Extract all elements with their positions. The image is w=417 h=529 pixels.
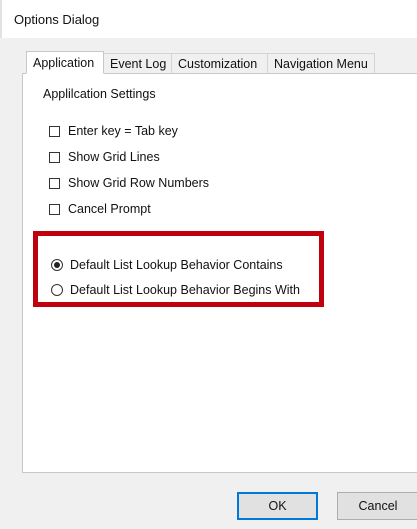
radio-lookup-contains[interactable]: Default List Lookup Behavior Contains: [51, 258, 283, 272]
checkbox-box[interactable]: [49, 177, 60, 189]
checkbox-show-grid-lines[interactable]: Show Grid Lines: [49, 150, 160, 164]
title-bar[interactable]: Options Dialog: [0, 0, 417, 38]
tab-application-label: Application: [33, 55, 95, 70]
checkbox-label: Cancel Prompt: [68, 202, 151, 216]
cancel-button[interactable]: Cancel: [337, 492, 417, 520]
cancel-button-label: Cancel: [358, 499, 398, 513]
ok-button-label: OK: [268, 499, 287, 513]
checkbox-enter-key-tab[interactable]: Enter key = Tab key: [49, 124, 178, 138]
checkbox-show-grid-row-numbers[interactable]: Show Grid Row Numbers: [49, 176, 209, 190]
radio-button[interactable]: [51, 259, 63, 271]
radio-lookup-begins-with[interactable]: Default List Lookup Behavior Begins With: [51, 283, 300, 297]
tab-strip: Application Event Log Customization Navi…: [26, 51, 375, 74]
checkbox-label: Show Grid Row Numbers: [68, 176, 210, 190]
tab-customization-label: Customization: [178, 56, 258, 71]
application-tab-panel: Applilcation Settings Enter key = Tab ke…: [22, 73, 417, 473]
tab-application[interactable]: Application: [26, 51, 104, 74]
radio-button[interactable]: [51, 284, 63, 296]
checkbox-cancel-prompt[interactable]: Cancel Prompt: [49, 202, 151, 216]
radio-label: Default List Lookup Behavior Begins With: [70, 283, 300, 297]
radio-selected-dot: [54, 262, 60, 268]
tab-event-log[interactable]: Event Log: [104, 53, 172, 73]
checkbox-label: Enter key = Tab key: [68, 124, 178, 138]
tab-navigation-menu-label: Navigation Menu: [274, 56, 368, 71]
tab-event-log-label: Event Log: [110, 56, 167, 71]
window-title: Options Dialog: [14, 11, 100, 27]
checkbox-box[interactable]: [49, 203, 60, 215]
radio-label: Default List Lookup Behavior Contains: [70, 258, 283, 272]
checkbox-box[interactable]: [49, 151, 60, 163]
group-title: Applilcation Settings: [43, 87, 156, 101]
checkbox-box[interactable]: [49, 125, 60, 137]
tab-customization[interactable]: Customization: [172, 53, 268, 73]
checkbox-label: Show Grid Lines: [68, 150, 160, 164]
options-dialog: Options Dialog Application Event Log Cus…: [0, 0, 417, 529]
tab-navigation-menu[interactable]: Navigation Menu: [268, 53, 375, 73]
ok-button[interactable]: OK: [237, 492, 318, 520]
